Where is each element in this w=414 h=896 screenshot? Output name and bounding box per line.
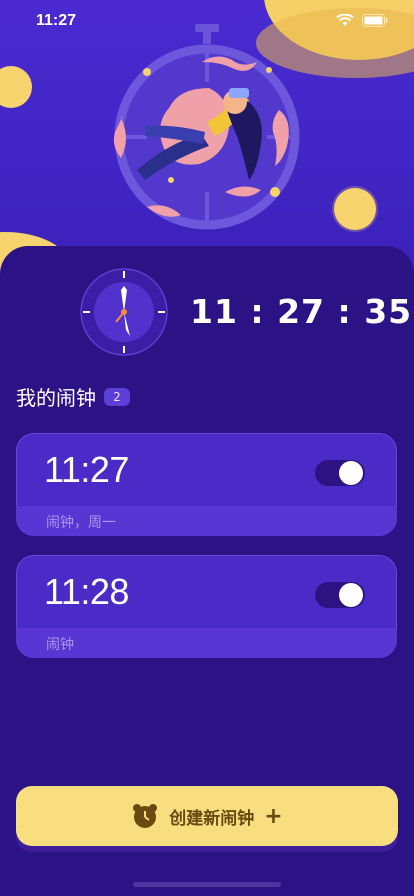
home-indicator[interactable]	[133, 882, 281, 887]
toggle-knob	[339, 461, 363, 485]
planet-decoration-right	[334, 188, 376, 230]
alarm-toggle[interactable]	[315, 582, 365, 608]
alarm-card-footer: 闹钟	[16, 628, 397, 658]
alarm-time: 11:28	[44, 571, 129, 612]
toggle-knob	[339, 583, 363, 607]
create-alarm-button[interactable]: 创建新闹钟 +	[16, 786, 398, 846]
wifi-icon	[336, 14, 354, 26]
alarm-label: 闹钟，周一	[46, 515, 116, 531]
analog-clock-icon	[80, 268, 168, 356]
alarm-clock-icon	[133, 804, 158, 828]
status-bar: 11:27	[0, 10, 414, 34]
create-alarm-label: 创建新闹钟	[169, 808, 255, 829]
alarm-count-badge: 2	[104, 387, 130, 406]
alarm-card-footer: 闹钟，周一	[16, 506, 397, 536]
alarm-card-main: 11:27	[16, 433, 397, 507]
sleeping-girl-illustration	[113, 24, 300, 230]
plus-icon: +	[264, 803, 283, 829]
digital-clock: 11 : 27 : 35	[190, 292, 413, 331]
alarm-toggle[interactable]	[315, 460, 365, 486]
alarms-section-header: 我的闹钟 2	[16, 382, 130, 411]
alarms-section-title: 我的闹钟	[16, 386, 96, 410]
planet-decoration-left	[0, 66, 32, 108]
status-icons	[336, 14, 388, 27]
alarm-card-main: 11:28	[16, 555, 397, 629]
battery-icon	[362, 14, 388, 27]
status-time: 11:27	[36, 12, 77, 29]
alarm-label: 闹钟	[46, 637, 74, 653]
alarm-card[interactable]: 11:28 闹钟	[16, 555, 397, 658]
alarm-time: 11:27	[44, 449, 129, 490]
alarm-card[interactable]: 11:27 闹钟，周一	[16, 433, 397, 536]
